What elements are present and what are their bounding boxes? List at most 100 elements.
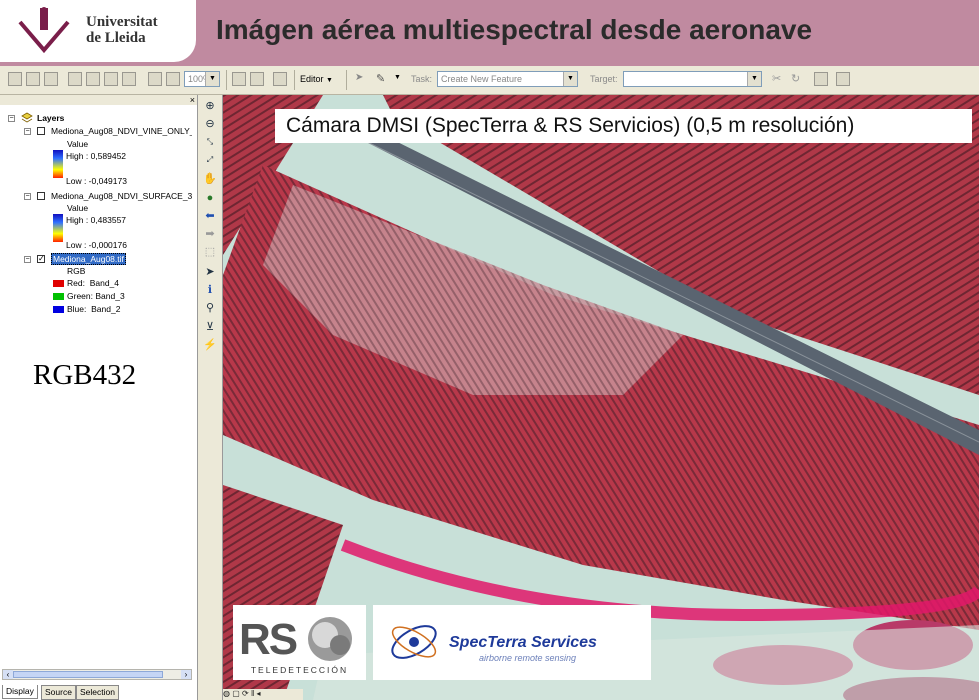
scroll-left-icon[interactable]: ‹ (3, 670, 13, 679)
attributes-button[interactable] (814, 72, 828, 86)
ramp-high-label: High : 0,589452 (66, 151, 127, 161)
ramp-high-label: High : 0,483557 (66, 215, 127, 225)
toggle-draft-button[interactable] (232, 72, 246, 86)
fixed-zoom-out-icon[interactable]: ⤢ (203, 153, 217, 167)
rotate-tool-icon[interactable]: ↻ (791, 72, 800, 85)
table-of-contents-panel: × − Layers − Mediona_Aug08_NDVI_VINE_ONL… (0, 95, 198, 700)
forward-arrow-icon[interactable]: ➡ (203, 227, 217, 241)
zoom-combo[interactable]: 100% ▼ (184, 71, 220, 87)
refresh-icon[interactable]: ⟳ (242, 689, 249, 698)
scroll-left-icon[interactable]: ◂ (257, 689, 261, 698)
edit-tool-icon[interactable]: ➤ (355, 72, 363, 83)
specterra-name: SpecTerra Services (449, 634, 597, 651)
layout-view-controls: ◍ ▢ ⟳ ǁ ◂ (223, 689, 303, 700)
rs-globe-icon (308, 617, 352, 661)
red-band-swatch (53, 280, 64, 287)
rs-logo-subtitle: TELEDETECCIÓN (250, 665, 349, 675)
university-emblem-icon (18, 7, 70, 54)
slide-title: Imágen aérea multiespectral desde aerona… (216, 14, 813, 45)
chevron-down-icon: ▼ (205, 72, 219, 86)
target-label: Target: (590, 74, 618, 84)
tab-display[interactable]: Display (2, 685, 38, 699)
chevron-down-icon: ▼ (747, 72, 761, 86)
layout-zoom-in-button[interactable] (68, 72, 82, 86)
find-binoculars-icon[interactable]: ⚲ (203, 301, 217, 315)
specterra-logo: SpecTerra Services airborne remote sensi… (373, 605, 651, 680)
layout-view-icon[interactable]: ▢ (232, 689, 240, 698)
band-combination-label: RGB432 (33, 359, 137, 391)
blue-band-swatch (53, 306, 64, 313)
toc-titlebar: × (0, 95, 197, 105)
layers-collapse-toggle[interactable]: − (8, 115, 15, 122)
toc-horizontal-scrollbar[interactable]: ‹ › (2, 669, 192, 680)
layer-visibility-checkbox[interactable] (37, 192, 45, 200)
zoom-out-icon[interactable]: ⊖ (203, 117, 217, 131)
hyperlink-icon[interactable]: ⚡ (203, 338, 217, 352)
zoom-out-fixed-button[interactable] (26, 72, 40, 86)
select-elements-icon[interactable]: ⬚ (203, 245, 217, 259)
tab-source[interactable]: Source (41, 685, 76, 700)
band-green-row: Green: Band_3 (67, 291, 125, 301)
layout-pan-button[interactable] (104, 72, 118, 86)
forward-extent-button[interactable] (166, 72, 180, 86)
green-band-swatch (53, 293, 64, 300)
layer-name-selected[interactable]: Mediona_Aug08.tif (51, 253, 126, 265)
back-extent-button[interactable] (148, 72, 162, 86)
focus-frame-button[interactable] (250, 72, 264, 86)
image-caption: Cámara DMSI (SpecTerra & RS Servicios) (… (275, 109, 972, 143)
select-pointer-icon[interactable]: ➤ (203, 265, 217, 279)
sketch-properties-button[interactable] (836, 72, 850, 86)
layout-zoom-out-button[interactable] (86, 72, 100, 86)
band-red-row: Red: Band_4 (67, 278, 120, 288)
layer-field-label: RGB (67, 266, 86, 276)
layer-field-label: Value (67, 203, 89, 213)
data-view-icon[interactable]: ◍ (223, 689, 230, 698)
scroll-right-icon[interactable]: › (181, 670, 191, 679)
back-arrow-icon[interactable]: ⬅ (203, 209, 217, 223)
tab-selection[interactable]: Selection (76, 685, 119, 700)
university-name-line1: Universitat (86, 14, 158, 30)
toc-tabs: Display Source Selection (0, 685, 197, 700)
measure-icon[interactable]: ⊻ (203, 320, 217, 334)
zoom-in-fixed-button[interactable] (8, 72, 22, 86)
close-icon[interactable]: × (190, 95, 195, 105)
layers-stack-icon (21, 112, 33, 123)
university-logo: Universitat de Lleida (0, 0, 196, 62)
chevron-down-icon[interactable]: ▼ (394, 74, 401, 81)
rs-logo-text: RS (239, 615, 298, 664)
chevron-down-icon: ▼ (326, 77, 333, 84)
scrollbar-thumb[interactable] (13, 671, 163, 678)
target-combo[interactable]: ▼ (623, 71, 762, 87)
layer-visibility-checkbox[interactable] (37, 127, 45, 135)
layer-name[interactable]: Mediona_Aug08_NDVI_SURFACE_32I (51, 191, 192, 201)
layer-collapse-toggle[interactable]: − (24, 193, 31, 200)
layers-root-label: Layers (37, 113, 65, 123)
layout-full-page-button[interactable] (122, 72, 136, 86)
task-combo[interactable]: Create New Feature ▼ (437, 71, 578, 87)
sketch-tool-icon[interactable]: ✎ (376, 72, 385, 85)
ramp-low-label: Low : -0,000176 (66, 240, 127, 250)
layer-visibility-checkbox[interactable]: ✓ (37, 255, 45, 263)
change-layout-button[interactable] (273, 72, 287, 86)
pan-hand-icon[interactable]: ✋ (203, 172, 217, 186)
specterra-tagline: airborne remote sensing (479, 653, 577, 663)
fixed-zoom-in-icon[interactable]: ⤡ (203, 135, 217, 149)
layer-collapse-toggle[interactable]: − (24, 128, 31, 135)
split-tool-icon[interactable]: ✂ (772, 72, 781, 85)
layer-name[interactable]: Mediona_Aug08_NDVI_VINE_ONLY_3 (51, 126, 192, 136)
full-extent-globe-icon[interactable]: ● (203, 191, 217, 205)
ramp-low-label: Low : -0,049173 (66, 176, 127, 186)
editor-menu[interactable]: Editor ▼ (300, 71, 333, 87)
zoom-in-icon[interactable]: ⊕ (203, 99, 217, 113)
university-name-line2: de Lleida (86, 30, 146, 46)
full-extent-button[interactable] (44, 72, 58, 86)
layer-collapse-toggle[interactable]: − (24, 256, 31, 263)
color-ramp-swatch (53, 214, 63, 242)
identify-icon[interactable]: ℹ (203, 283, 217, 297)
chevron-down-icon: ▼ (563, 72, 577, 86)
task-label: Task: (411, 74, 433, 84)
arcmap-toolbar: 100% ▼ Editor ▼ ➤ ✎ ▼ Task: Create New F… (0, 66, 979, 95)
band-blue-row: Blue: Band_2 (67, 304, 121, 314)
slide-header: Universitat de Lleida Imágen aérea multi… (0, 0, 979, 66)
pause-drawing-icon[interactable]: ǁ (251, 689, 254, 698)
